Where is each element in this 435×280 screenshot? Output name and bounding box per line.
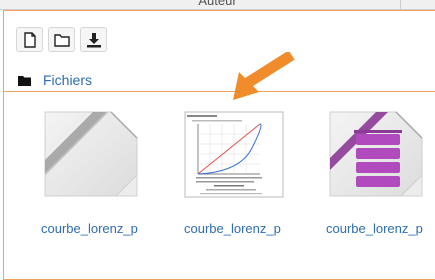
column-header-author: Auteur xyxy=(198,0,237,8)
file-name: courbe_lorenz_p xyxy=(326,221,423,236)
create-folder-button[interactable] xyxy=(48,27,75,52)
file-name: courbe_lorenz_p xyxy=(184,221,281,236)
file-tile[interactable]: courbe_lorenz_p ________ xyxy=(326,100,426,247)
folder-icon xyxy=(53,33,70,47)
filemanager-toolbar xyxy=(16,27,107,52)
breadcrumb: Fichiers xyxy=(18,72,92,88)
generic-document-icon xyxy=(44,111,138,197)
file-icon xyxy=(23,31,36,48)
folder-icon xyxy=(18,75,31,86)
download-button[interactable] xyxy=(80,27,107,52)
file-tile[interactable]: courbe_lorenz_p ________ xyxy=(184,100,284,247)
file-sublabel-clipped: ________ xyxy=(41,241,86,247)
file-sublabel-clipped: ________ xyxy=(326,241,371,247)
create-file-button[interactable] xyxy=(16,27,43,52)
column-divider xyxy=(400,0,401,9)
database-document-icon xyxy=(329,111,423,197)
toolbar-divider xyxy=(4,91,435,92)
file-name: courbe_lorenz_p xyxy=(41,221,138,236)
file-sublabel-clipped: ________ xyxy=(184,241,229,247)
breadcrumb-folder-link[interactable]: Fichiers xyxy=(43,72,92,88)
table-header: Auteur xyxy=(0,0,435,10)
download-icon xyxy=(86,32,101,47)
file-tile[interactable]: courbe_lorenz_p ________ xyxy=(41,100,141,247)
arrow-annotation xyxy=(233,52,295,100)
image-preview-icon xyxy=(184,111,284,198)
